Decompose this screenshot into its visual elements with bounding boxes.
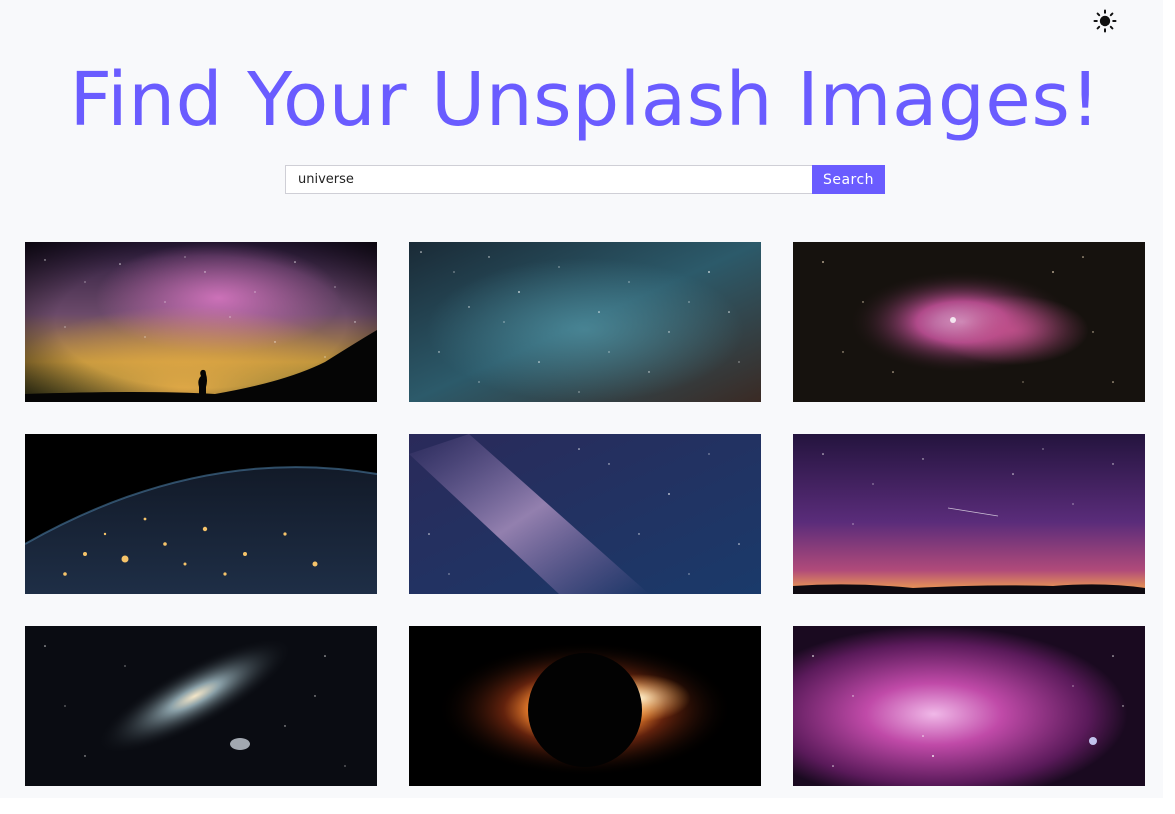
gallery-image[interactable] xyxy=(25,434,377,594)
image-gallery xyxy=(25,242,1145,786)
page: Find Your Unsplash Images! Search xyxy=(0,0,1163,798)
search-form: Search xyxy=(285,165,885,194)
theme-toggle-button[interactable] xyxy=(1092,8,1118,34)
page-title: Find Your Unsplash Images! xyxy=(69,57,1101,143)
purple-night-sky-image xyxy=(793,434,1145,594)
solar-eclipse-image xyxy=(409,626,761,786)
gallery-image[interactable] xyxy=(25,242,377,402)
gallery-image[interactable] xyxy=(25,626,377,786)
orion-nebula-image xyxy=(793,242,1145,402)
gallery-image[interactable] xyxy=(793,242,1145,402)
milky-way-silhouette-image xyxy=(25,242,377,402)
gallery-image[interactable] xyxy=(409,434,761,594)
sun-icon xyxy=(1093,9,1117,33)
gallery-image[interactable] xyxy=(409,242,761,402)
gallery-image[interactable] xyxy=(409,626,761,786)
gallery-image[interactable] xyxy=(793,434,1145,594)
milky-way-blue-image xyxy=(409,434,761,594)
andromeda-galaxy-image xyxy=(25,626,377,786)
earth-night-image xyxy=(25,434,377,594)
star-field-image xyxy=(409,242,761,402)
search-input[interactable] xyxy=(285,165,812,194)
pink-nebula-image xyxy=(793,626,1145,786)
search-button[interactable]: Search xyxy=(812,165,885,194)
gallery-image[interactable] xyxy=(793,626,1145,786)
